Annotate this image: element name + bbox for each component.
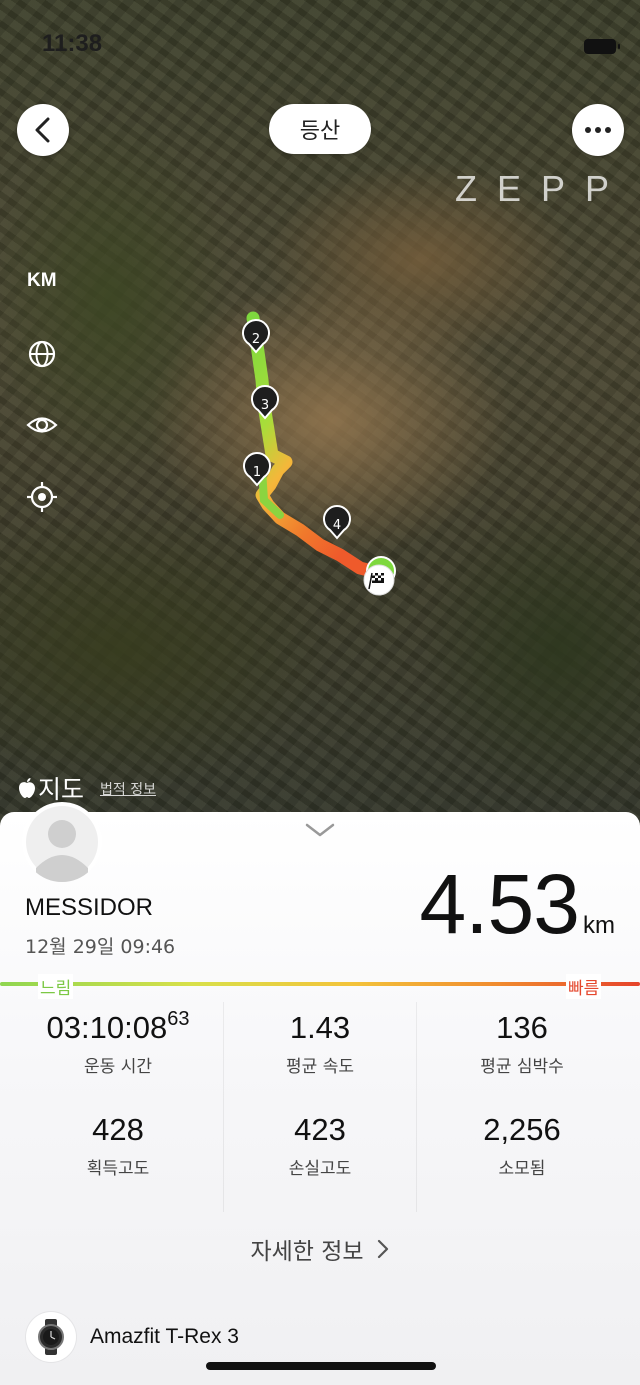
stat-duration: 03:10:0863 운동 시간 — [18, 1008, 218, 1077]
stat-elevation-loss: 423 손실고도 — [220, 1112, 420, 1179]
user-silhouette-icon — [26, 806, 98, 882]
avatar[interactable] — [22, 802, 102, 882]
avg-speed-label: 평균 속도 — [286, 1057, 354, 1077]
route-marker-4[interactable]: 4 — [323, 505, 351, 540]
marker-label: 4 — [333, 518, 341, 533]
activity-type-badge[interactable]: 등산 — [269, 104, 371, 154]
speed-slow-label: 느림 — [38, 974, 74, 999]
distance-unit: km — [583, 912, 615, 939]
details-button[interactable]: 자세한 정보 — [0, 1232, 640, 1266]
distance-value: 4.53 — [419, 857, 580, 951]
maps-label: 지도 — [38, 775, 85, 804]
legal-info-link[interactable]: 법적 정보 — [100, 779, 156, 799]
stats-grid: 03:10:0863 운동 시간 1.43 평균 속도 136 평균 심박수 4… — [0, 1002, 640, 1212]
map-view[interactable]: 11:38 2 3 1 4 등산 ZEPP KM 지도 법적 정보 — [0, 0, 640, 830]
elev-gain-label: 획득고도 — [86, 1159, 150, 1179]
ellipsis-icon — [585, 127, 611, 133]
chevron-down-icon[interactable] — [304, 822, 336, 838]
apple-maps-attribution: 지도 — [18, 770, 84, 806]
user-name: MESSIDOR — [25, 894, 154, 921]
device-name: Amazfit T-Rex 3 — [90, 1325, 239, 1348]
marker-label: 3 — [261, 398, 269, 413]
stat-avg-heart-rate: 136 평균 심박수 — [422, 1010, 622, 1077]
stat-elevation-gain: 428 획득고도 — [18, 1112, 218, 1179]
zepp-logo: ZEPP — [455, 168, 629, 210]
calories-value: 2,256 — [483, 1112, 561, 1147]
duration-fraction: 63 — [167, 1008, 190, 1030]
globe-icon[interactable] — [26, 338, 58, 370]
stat-calories: 2,256 소모됨 — [422, 1112, 622, 1179]
device-info[interactable]: Amazfit T-Rex 3 — [26, 1312, 239, 1362]
locate-icon[interactable] — [26, 481, 58, 513]
marker-label: 2 — [252, 332, 260, 347]
marker-label: 1 — [253, 465, 261, 480]
more-options-button[interactable] — [572, 104, 624, 156]
avg-speed-value: 1.43 — [289, 1010, 351, 1045]
watch-icon — [26, 1312, 76, 1362]
activity-summary-sheet: MESSIDOR 12월 29일 09:46 4.53 km 느림 빠름 03:… — [0, 802, 640, 1385]
avg-hr-label: 평균 심박수 — [480, 1057, 564, 1077]
elev-loss-label: 손실고도 — [288, 1159, 352, 1179]
duration-label: 운동 시간 — [84, 1057, 152, 1077]
route-marker-2[interactable]: 2 — [242, 319, 270, 354]
activity-type-label: 등산 — [299, 119, 341, 144]
speed-legend: 느림 빠름 — [0, 974, 640, 999]
avg-hr-value: 136 — [496, 1010, 548, 1045]
brand-text: ZEPP — [455, 168, 630, 209]
calories-label: 소모됨 — [498, 1159, 546, 1179]
details-label: 자세한 정보 — [250, 1239, 364, 1265]
duration-value: 03:10:08 — [46, 1010, 168, 1045]
total-distance: 4.53 km — [420, 856, 616, 953]
finish-flag-icon[interactable] — [363, 556, 396, 596]
unit-toggle[interactable]: KM — [27, 270, 57, 292]
elev-gain-value: 428 — [92, 1112, 144, 1147]
speed-gradient-bar — [0, 982, 640, 986]
route-marker-3[interactable]: 3 — [251, 385, 279, 420]
route-path — [246, 311, 383, 579]
activity-datetime: 12월 29일 09:46 — [25, 936, 176, 958]
apple-logo-icon — [19, 778, 35, 798]
home-indicator — [206, 1362, 436, 1370]
elev-loss-value: 423 — [294, 1112, 346, 1147]
stat-avg-speed: 1.43 평균 속도 — [220, 1010, 420, 1077]
eye-icon[interactable] — [26, 409, 58, 441]
speed-fast-label: 빠름 — [566, 974, 602, 999]
chevron-left-icon — [35, 117, 50, 143]
back-button[interactable] — [17, 104, 69, 156]
chevron-right-icon — [377, 1239, 388, 1259]
